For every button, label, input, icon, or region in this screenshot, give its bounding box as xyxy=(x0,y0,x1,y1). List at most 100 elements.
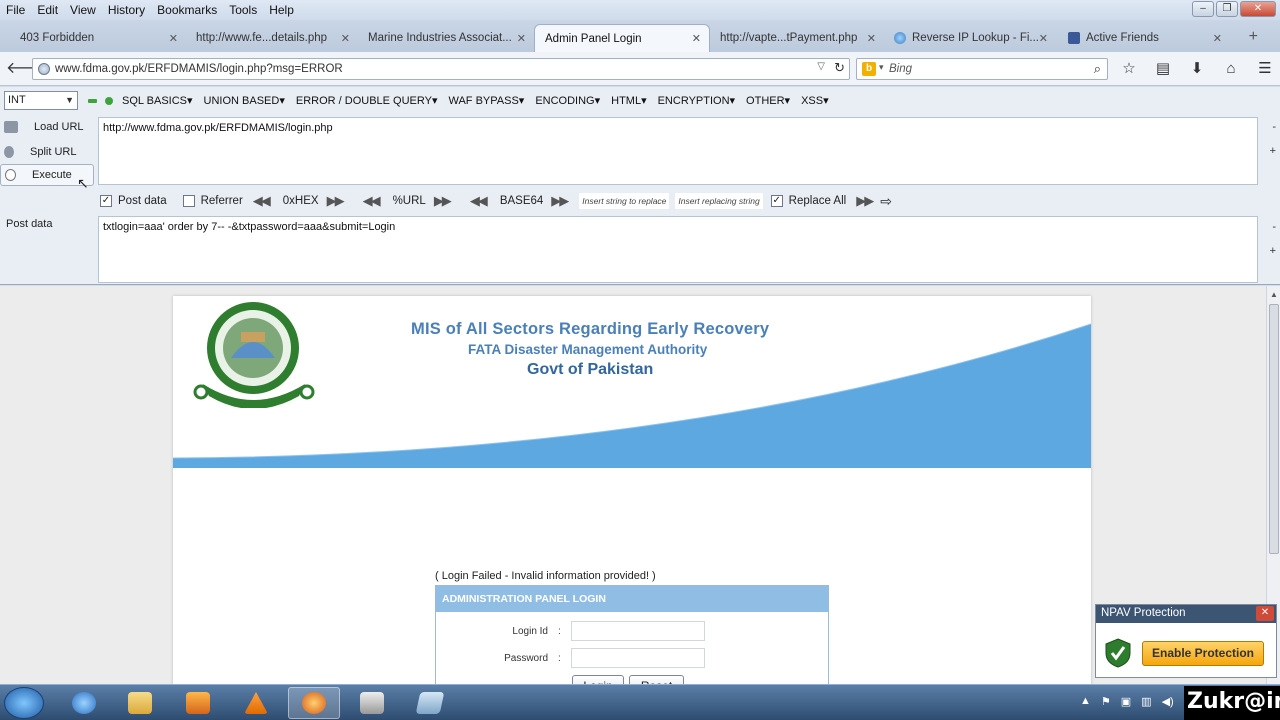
taskbar-media-player[interactable] xyxy=(172,687,224,719)
replace-chevron-icon[interactable]: ▶▶ xyxy=(856,193,874,209)
replace-all-checkbox[interactable]: ✓ xyxy=(770,195,783,207)
reload-icon[interactable]: ↻ xyxy=(834,60,845,76)
close-tab-icon[interactable]: ✕ xyxy=(517,32,526,45)
tab-vapte-payment[interactable]: http://vapte...tPayment.php ✕ xyxy=(710,24,884,52)
home-icon[interactable]: ⌂ xyxy=(1218,58,1244,80)
tab-marine-industries[interactable]: Marine Industries Associat... ✕ xyxy=(358,24,534,52)
tray-device-icon[interactable]: ▣ xyxy=(1121,695,1131,708)
green-dot-icon[interactable] xyxy=(105,97,113,105)
post-textarea-shrink-icon[interactable]: - xyxy=(1272,221,1276,233)
menu-edit[interactable]: Edit xyxy=(31,3,64,17)
menu-union-based[interactable]: UNION BASED▾ xyxy=(204,94,285,107)
hex-encode-chevron-icon[interactable]: ▶▶ xyxy=(327,193,345,209)
url-encode-chevron-icon[interactable]: ▶▶ xyxy=(434,193,452,209)
site-identity-icon[interactable] xyxy=(38,63,50,75)
menu-error-double-query[interactable]: ERROR / DOUBLE QUERY▾ xyxy=(296,94,438,107)
taskbar-vlc[interactable] xyxy=(230,687,282,719)
replace-arrow-icon[interactable]: ⇨ xyxy=(880,193,892,210)
login-id-input[interactable] xyxy=(571,621,705,641)
search-icon[interactable]: ⌕ xyxy=(1094,61,1101,77)
menu-html[interactable]: HTML▾ xyxy=(611,94,646,107)
hackbar-panel: Load URL Split URL Execute ↖ http://www.… xyxy=(0,115,1280,285)
menu-bookmarks[interactable]: Bookmarks xyxy=(151,3,223,17)
replacing-string-input[interactable]: Insert replacing string xyxy=(675,193,763,209)
url-decode-chevron-icon[interactable]: ◀◀ xyxy=(363,193,381,209)
tab-admin-panel-login[interactable]: Admin Panel Login ✕ xyxy=(534,24,710,52)
reset-button[interactable]: Reset xyxy=(629,675,684,684)
password-input[interactable] xyxy=(571,648,705,668)
close-window-button[interactable]: ✕ xyxy=(1240,1,1276,17)
tray-network-icon[interactable]: ▥ xyxy=(1141,695,1151,708)
search-engine-dropdown-icon[interactable]: ▾ xyxy=(879,62,884,73)
menu-history[interactable]: History xyxy=(102,3,151,17)
split-url-label: Split URL xyxy=(30,146,77,158)
post-data-textarea[interactable]: txtlogin=aaa' order by 7-- -&txtpassword… xyxy=(98,216,1258,283)
menu-waf-bypass[interactable]: WAF BYPASS▾ xyxy=(448,94,524,107)
tray-expand-icon[interactable]: ▲ xyxy=(1080,695,1091,708)
menu-sql-basics[interactable]: SQL BASICS▾ xyxy=(122,94,193,107)
url-textarea[interactable]: http://www.fdma.gov.pk/ERFDMAMIS/login.p… xyxy=(98,117,1258,185)
load-url-button[interactable]: Load URL xyxy=(0,116,94,138)
url-textarea-grow-icon[interactable]: + xyxy=(1270,145,1276,157)
url-dropdown-icon[interactable]: ▽ xyxy=(817,61,825,72)
hackbar-type-select[interactable]: INT ▼ xyxy=(4,91,78,110)
base64-encode-chevron-icon[interactable]: ▶▶ xyxy=(551,193,569,209)
taskbar-explorer[interactable] xyxy=(114,687,166,719)
notes-icon xyxy=(415,692,445,714)
split-url-button[interactable]: Split URL xyxy=(0,141,94,163)
search-bar[interactable]: b ▾ Bing ⌕ xyxy=(856,58,1108,80)
bookmark-star-icon[interactable]: ☆ xyxy=(1116,58,1142,80)
action-center-flag-icon[interactable]: ⚑ xyxy=(1101,695,1111,708)
bookmarks-list-icon[interactable]: ▤ xyxy=(1150,58,1176,80)
taskbar-recorder[interactable] xyxy=(346,687,398,719)
new-tab-icon[interactable]: + xyxy=(1249,28,1258,46)
tray-volume-icon[interactable]: ◀) xyxy=(1162,695,1174,708)
enable-protection-button[interactable]: Enable Protection xyxy=(1142,641,1264,666)
post-data-checkbox[interactable]: ✓ xyxy=(100,195,112,207)
url-textarea-shrink-icon[interactable]: - xyxy=(1272,121,1276,133)
execute-button[interactable]: Execute ↖ xyxy=(0,164,94,191)
referrer-checkbox[interactable] xyxy=(182,195,195,207)
taskbar-firefox[interactable] xyxy=(288,687,340,719)
menu-encryption[interactable]: ENCRYPTION▾ xyxy=(658,94,735,107)
post-data-label: Post data xyxy=(6,218,53,230)
site-container: MIS of All Sectors Regarding Early Recov… xyxy=(173,296,1091,684)
string-to-replace-input[interactable]: Insert string to replace xyxy=(579,193,670,209)
close-tab-icon[interactable]: ✕ xyxy=(867,32,876,45)
start-button[interactable] xyxy=(4,687,44,719)
menu-other[interactable]: OTHER▾ xyxy=(746,94,790,107)
menu-encoding[interactable]: ENCODING▾ xyxy=(535,94,600,107)
close-tab-icon[interactable]: ✕ xyxy=(341,32,350,45)
downloads-icon[interactable]: ⬇ xyxy=(1184,58,1210,80)
post-textarea-grow-icon[interactable]: + xyxy=(1270,245,1276,257)
taskbar-app[interactable] xyxy=(404,687,456,719)
minimize-button[interactable]: – xyxy=(1192,1,1214,17)
tab-reverse-ip-lookup[interactable]: Reverse IP Lookup - Fi... ✕ xyxy=(884,24,1056,52)
scroll-up-icon[interactable]: ▲ xyxy=(1270,290,1278,299)
tab-403-forbidden[interactable]: 403 Forbidden ✕ xyxy=(10,24,186,52)
login-button[interactable]: Login xyxy=(572,675,624,684)
close-tab-icon[interactable]: ✕ xyxy=(1213,32,1222,45)
close-tab-icon[interactable]: ✕ xyxy=(692,32,701,45)
menu-xss[interactable]: XSS▾ xyxy=(801,94,829,107)
base64-decode-chevron-icon[interactable]: ◀◀ xyxy=(470,193,488,209)
url-bar[interactable]: www.fdma.gov.pk/ERFDMAMIS/login.php?msg=… xyxy=(32,58,850,80)
menu-view[interactable]: View xyxy=(64,3,102,17)
menu-file[interactable]: File xyxy=(0,3,31,17)
menu-help[interactable]: Help xyxy=(263,3,300,17)
back-arrow-icon[interactable]: 🡐 xyxy=(6,58,49,80)
minus-indicator-icon[interactable] xyxy=(88,99,97,103)
menu-tools[interactable]: Tools xyxy=(223,3,263,17)
npav-close-button[interactable]: ✕ xyxy=(1256,606,1274,621)
taskbar-ie[interactable] xyxy=(58,687,110,719)
hex-decode-chevron-icon[interactable]: ◀◀ xyxy=(253,193,271,209)
tab-fe-details[interactable]: http://www.fe...details.php ✕ xyxy=(186,24,358,52)
close-tab-icon[interactable]: ✕ xyxy=(1039,32,1048,45)
close-tab-icon[interactable]: ✕ xyxy=(169,32,178,45)
hamburger-menu-icon[interactable]: ☰ xyxy=(1252,58,1278,80)
scrollbar-thumb[interactable] xyxy=(1269,304,1279,554)
bing-icon[interactable]: b xyxy=(862,62,876,76)
tab-active-friends[interactable]: Active Friends ✕ xyxy=(1058,24,1230,52)
maximize-button[interactable]: ❐ xyxy=(1216,1,1238,17)
login-id-label: Login Id xyxy=(512,626,548,637)
